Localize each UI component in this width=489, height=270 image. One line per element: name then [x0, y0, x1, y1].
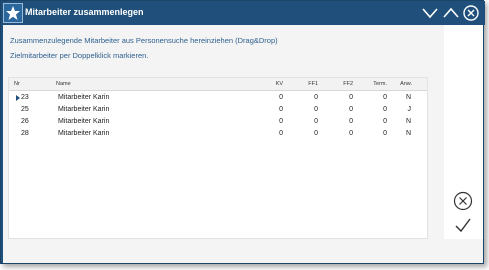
chevron-up-icon	[443, 7, 459, 18]
cell-ff1: 0	[314, 130, 318, 137]
table-row[interactable]: 26 Mitarbeiter Karin 0 0 0 0 N	[9, 116, 427, 128]
column-header-kv[interactable]: KV	[259, 81, 283, 87]
table-row[interactable]: 23 Mitarbeiter Karin 0 0 0 0 N	[9, 92, 427, 104]
cell-ff2: 0	[349, 118, 353, 125]
cancel-circle-icon	[453, 191, 473, 211]
cell-ff1: 0	[314, 118, 318, 125]
cell-kv: 0	[279, 106, 283, 113]
chevron-down-icon	[422, 8, 438, 19]
employee-table[interactable]: Nr Name KV FF1 FF2 Term. Anw. 23 Mitarbe…	[8, 77, 428, 239]
content-area: Zusammenzulegende Mitarbeiter aus Person…	[3, 25, 444, 239]
column-header-name[interactable]: Name	[56, 81, 71, 87]
cell-anw: N	[405, 130, 411, 137]
cell-anw: N	[405, 118, 411, 125]
column-header-term[interactable]: Term.	[363, 81, 387, 87]
dialog-window: Mitarbeiter zusammenlegen Zusammenzulege…	[0, 0, 485, 264]
cell-term: 0	[383, 130, 387, 137]
cell-term: 0	[383, 118, 387, 125]
current-row-indicator-icon	[16, 95, 20, 101]
table-row[interactable]: 28 Mitarbeiter Karin 0 0 0 0 N	[9, 128, 427, 140]
column-header-ff1[interactable]: FF1	[294, 81, 318, 87]
cell-ff2: 0	[349, 94, 353, 101]
cell-name: Mitarbeiter Karin	[58, 106, 110, 113]
window-title: Mitarbeiter zusammenlegen	[25, 7, 144, 17]
cell-ff2: 0	[349, 106, 353, 113]
cell-ff2: 0	[349, 130, 353, 137]
cell-term: 0	[383, 106, 387, 113]
cell-name: Mitarbeiter Karin	[58, 130, 110, 137]
minimize-button[interactable]	[421, 4, 439, 22]
cell-nr: 26	[21, 118, 29, 125]
status-bar	[3, 239, 483, 263]
table-row[interactable]: 25 Mitarbeiter Karin 0 0 0 0 J	[9, 104, 427, 116]
cell-nr: 23	[21, 94, 29, 101]
cell-kv: 0	[279, 130, 283, 137]
cell-nr: 25	[21, 106, 29, 113]
cancel-button[interactable]	[451, 189, 475, 213]
cell-kv: 0	[279, 118, 283, 125]
cell-name: Mitarbeiter Karin	[58, 118, 110, 125]
cell-anw: N	[405, 94, 411, 101]
close-button[interactable]	[462, 4, 480, 22]
table-header: Nr Name KV FF1 FF2 Term. Anw.	[9, 78, 427, 91]
title-bar[interactable]: Mitarbeiter zusammenlegen	[1, 1, 485, 25]
maximize-button[interactable]	[442, 4, 460, 22]
close-icon	[463, 5, 479, 21]
checkmark-icon	[455, 218, 471, 233]
hint-drag-drop: Zusammenzulegende Mitarbeiter aus Person…	[10, 36, 278, 45]
cell-kv: 0	[279, 94, 283, 101]
cell-ff1: 0	[314, 106, 318, 113]
cell-name: Mitarbeiter Karin	[58, 94, 110, 101]
hint-double-click: Zielmitarbeiter per Doppelklick markiere…	[10, 51, 149, 60]
star-icon	[3, 3, 23, 23]
column-header-ff2[interactable]: FF2	[329, 81, 353, 87]
confirm-button[interactable]	[451, 213, 475, 237]
action-panel	[444, 25, 483, 239]
cell-ff1: 0	[314, 94, 318, 101]
cell-term: 0	[383, 94, 387, 101]
column-header-nr[interactable]: Nr	[14, 81, 20, 87]
cell-nr: 28	[21, 130, 29, 137]
cell-anw: J	[407, 106, 412, 113]
column-header-anw[interactable]: Anw.	[388, 81, 412, 87]
